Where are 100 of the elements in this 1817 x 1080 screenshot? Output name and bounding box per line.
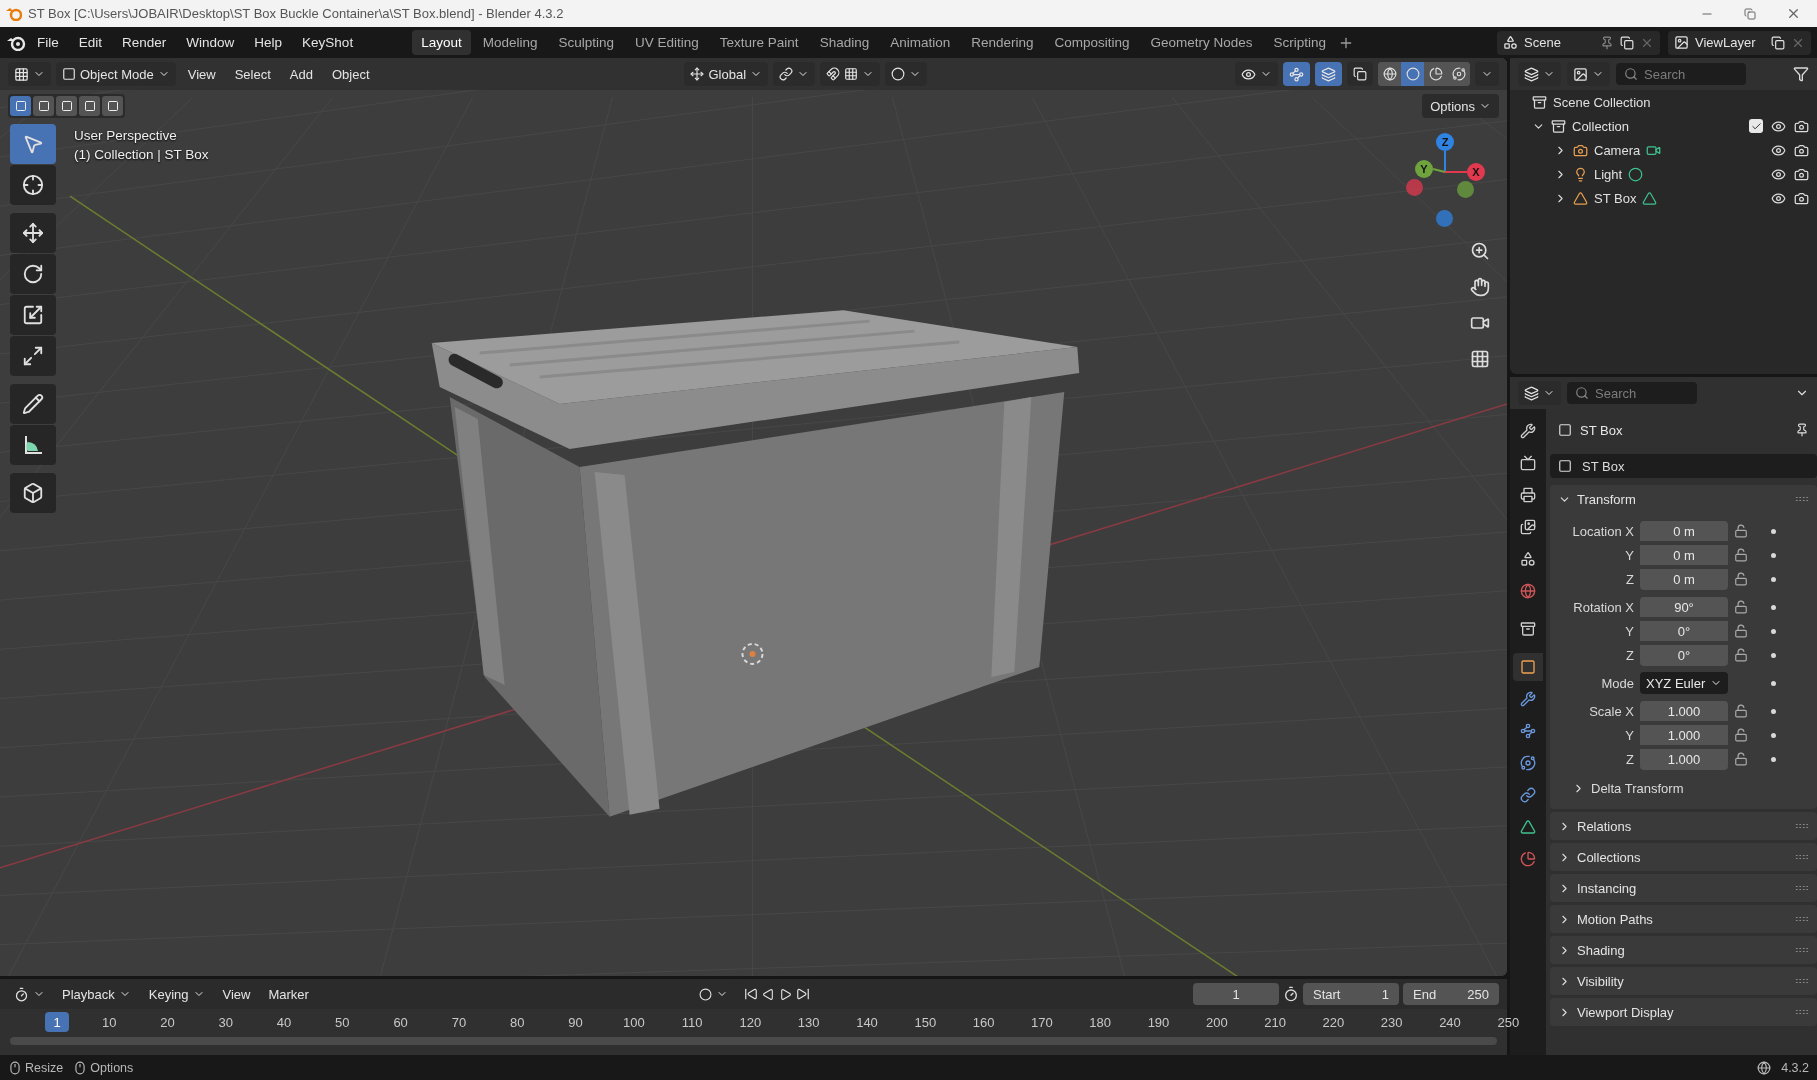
lock-icon[interactable] [1734,548,1748,562]
menu-dropdown[interactable]: Keying [141,986,212,1002]
current-frame-field[interactable]: 1 [1193,983,1279,1005]
gizmo-toggle[interactable] [1283,62,1310,86]
copy-icon[interactable] [1620,35,1634,50]
select-mode-button[interactable] [56,96,77,116]
panel-header[interactable]: Instancing [1550,874,1817,902]
menu-item[interactable]: Marker [261,986,316,1002]
eye-icon[interactable] [1771,190,1786,206]
panel-header[interactable]: Transform [1550,485,1817,513]
number-field[interactable]: 1.000 [1640,725,1728,745]
panel-header[interactable]: Relations [1550,812,1817,840]
include-checkbox[interactable] [1749,119,1763,133]
tree-item[interactable]: ST Box [1594,190,1637,206]
keyframe-dot[interactable] [1770,552,1776,558]
menu-item[interactable]: Window [177,31,244,54]
xray-toggle[interactable] [1347,62,1373,86]
number-field[interactable]: 0° [1640,621,1728,641]
mode-dropdown[interactable]: Object Mode [56,62,176,86]
panel-header[interactable]: Collections [1550,843,1817,871]
number-field[interactable]: 1.000 [1640,701,1728,721]
workspace-tab[interactable]: Scripting [1264,30,1336,55]
tool-button[interactable] [10,254,56,294]
lock-icon[interactable] [1734,600,1748,614]
menu-item[interactable]: View [215,986,258,1002]
lock-icon[interactable] [1734,572,1748,586]
camera-icon[interactable] [1794,142,1809,158]
menu-item[interactable]: Edit [69,31,112,54]
menu-item[interactable]: Select [227,66,278,82]
tool-button[interactable] [10,295,56,335]
eye-icon[interactable] [1771,166,1786,182]
keyframe-dot[interactable] [1770,652,1776,658]
menu-item[interactable]: View [180,66,223,82]
number-field[interactable]: 1.000 [1640,748,1728,770]
workspace-tab[interactable]: Modeling [473,30,547,55]
tree-item[interactable]: Scene Collection [1553,94,1651,110]
proportional-edit-button[interactable] [885,62,928,86]
menu-item[interactable]: Add [282,66,320,82]
copy-icon[interactable] [1771,35,1785,50]
lock-icon[interactable] [1734,704,1748,718]
tree-item[interactable]: Camera [1594,142,1641,158]
menu-item[interactable]: File [28,31,68,54]
camera-icon[interactable] [1794,190,1809,206]
tree-item[interactable]: Collection [1572,118,1630,134]
menu-item[interactable]: Object [324,66,377,82]
keyframe-dot[interactable] [1770,604,1776,610]
number-field[interactable]: 0° [1640,644,1728,666]
options-dropdown[interactable]: Options [1422,94,1499,118]
lock-icon[interactable] [1734,648,1748,662]
workspace-tab[interactable]: Sculpting [549,30,624,55]
orientation-dropdown[interactable]: Global [684,62,769,86]
playhead[interactable]: 1 [45,1012,69,1032]
scene-selector[interactable]: Scene [1497,30,1660,55]
scrollbar[interactable] [10,1037,1497,1045]
tool-button[interactable] [10,384,56,424]
shading-options-button[interactable] [1475,62,1499,86]
lock-icon[interactable] [1734,728,1748,742]
panel-header[interactable]: Shading [1550,936,1817,964]
close-icon[interactable] [1786,6,1801,21]
workspace-tab[interactable]: UV Editing [626,30,708,55]
lock-icon[interactable] [1734,524,1748,538]
lock-icon[interactable] [1734,624,1748,638]
workspace-tab[interactable]: Texture Paint [710,30,808,55]
keyframe-dot[interactable] [1770,576,1776,582]
select-mode-button[interactable] [10,96,31,116]
number-field[interactable]: 0 m [1640,521,1728,541]
shading-button[interactable] [1401,62,1424,86]
blender-logo-icon[interactable] [6,34,26,51]
mode-dropdown[interactable]: XYZ Euler [1640,672,1728,694]
workspace-tab[interactable]: Rendering [962,30,1043,55]
keyframe-dot[interactable] [1770,708,1776,714]
light-data-icon[interactable] [1628,166,1644,182]
select-mode-button[interactable] [33,96,54,116]
camera-icon[interactable] [1794,166,1809,182]
overlays-toggle[interactable] [1315,62,1342,86]
panel-header[interactable]: Viewport Display [1550,998,1817,1026]
menu-item[interactable]: Render [113,31,176,54]
view-layer-selector[interactable]: ViewLayer [1668,30,1811,55]
pivot-button[interactable] [773,62,816,86]
display-mode-button[interactable] [1567,62,1610,86]
tool-button[interactable] [10,213,56,253]
workspace-tab[interactable]: Geometry Nodes [1141,30,1262,55]
keyframe-dot[interactable] [1770,528,1776,534]
workspace-tab[interactable]: Shading [810,30,879,55]
workspace-tab[interactable]: Layout [412,30,471,55]
number-field[interactable]: 90° [1640,597,1728,617]
menu-dropdown[interactable]: Playback [55,986,138,1002]
restore-icon[interactable] [1744,7,1756,20]
camera-icon[interactable] [1794,118,1809,134]
lock-icon[interactable] [1734,752,1748,766]
workspace-tab[interactable]: Compositing [1045,30,1139,55]
workspace-tab[interactable]: Animation [881,30,960,55]
keyframe-dot[interactable] [1770,628,1776,634]
keyframe-dot[interactable] [1770,680,1776,686]
tool-button[interactable] [10,336,56,376]
search-field[interactable]: Search [1616,63,1746,85]
name-field[interactable]: ST Box [1550,454,1817,478]
panel-header[interactable]: Motion Paths [1550,905,1817,933]
menu-item[interactable]: KeyShot [293,31,363,54]
tree-item[interactable]: Light [1594,166,1623,182]
